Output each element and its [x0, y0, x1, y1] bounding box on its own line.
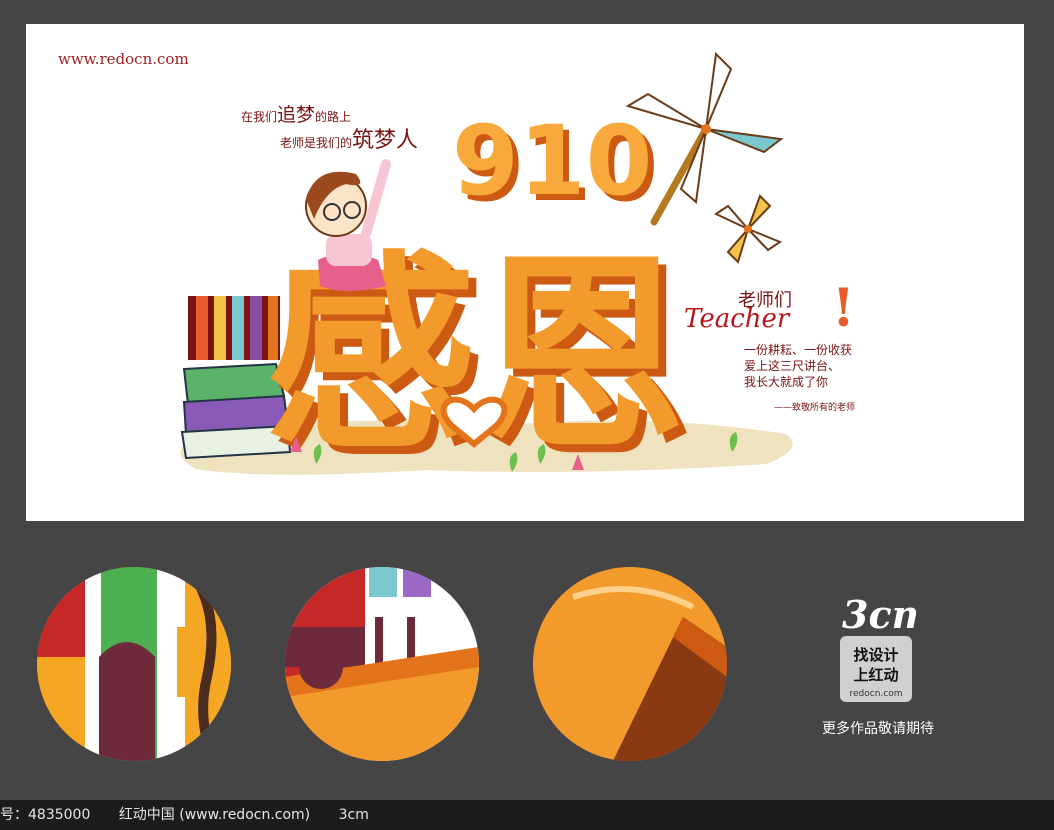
site-credit[interactable]: 红动中国 (www.redocn.com): [119, 807, 310, 823]
footer-bar: 编号：4835000 红动中国 (www.redocn.com) 3cm: [0, 800, 1054, 830]
pinwheel-small-icon: [713, 194, 783, 264]
svg-text:3cm: 3cm: [842, 592, 916, 637]
id-label: 编号：: [0, 807, 28, 823]
poem-block: 一份耕耘、一份收获 爱上这三尺讲台、 我长大就成了你: [744, 342, 852, 390]
poem-line: 我长大就成了你: [744, 375, 829, 389]
poem-line: 爱上这三尺讲台、: [744, 359, 841, 373]
detail-crop-orange: [533, 567, 727, 761]
dedication-text: ——致敬所有的老师: [774, 403, 856, 413]
svg-text:上红动: 上红动: [853, 666, 898, 684]
detail-crop-spines: [285, 567, 479, 761]
author-credit: 3cm: [338, 807, 369, 823]
svg-text:找设计: 找设计: [853, 646, 898, 664]
exclamation-mark: !: [832, 278, 855, 339]
poster-canvas: www.redocn.com 感恩 感恩 910 910 ! 在我们追梦的路上 …: [26, 24, 1024, 521]
id-value: 4835000: [28, 807, 91, 823]
teacher-en-label: Teacher: [684, 304, 790, 334]
svg-text:910: 910: [452, 105, 652, 217]
svg-text:redocn.com: redocn.com: [850, 689, 903, 699]
redocn-logo-badge[interactable]: 3cm 找设计 上红动 redocn.com: [836, 592, 916, 712]
poster-illustration: 感恩 感恩 910 910 !: [180, 51, 855, 486]
slogan-line-2: 老师是我们的筑梦人: [280, 128, 419, 153]
more-works-text: 更多作品敬请期待: [822, 721, 934, 737]
detail-crop-books: [37, 567, 231, 761]
poem-line: 一份耕耘、一份收获: [744, 343, 853, 357]
